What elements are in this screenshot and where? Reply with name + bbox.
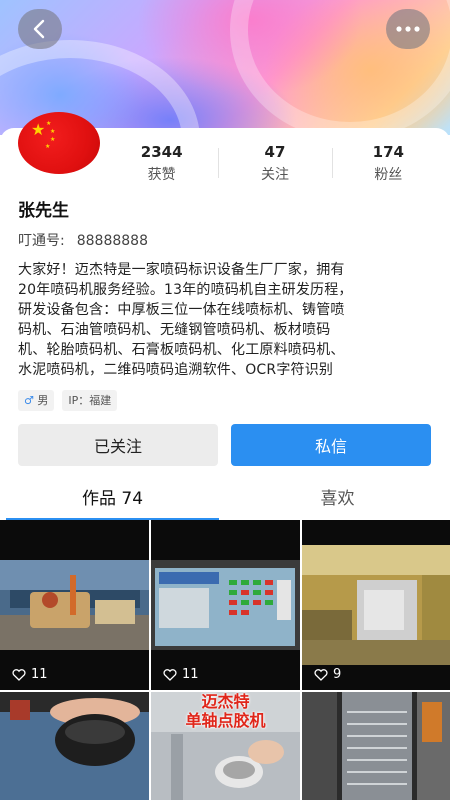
back-button[interactable] xyxy=(18,9,62,49)
bio-line: 码机、石油管喷码机、无缝钢管喷码机、板材喷码 xyxy=(18,322,331,338)
bio-line: 20年喷码机服务经验。13年的喷码机自主研发历程， xyxy=(18,282,353,298)
heart-outline-icon xyxy=(314,668,328,681)
video-overlay-title: 迈杰特 xyxy=(201,692,250,711)
stat-following[interactable]: 47 关注 xyxy=(218,142,331,186)
video-thumbnail-image xyxy=(151,520,300,690)
bio-line: 机、轮胎喷码机、石膏板喷码机、化工原料喷码机、 xyxy=(18,342,345,358)
stat-value: 47 xyxy=(264,143,286,161)
video-thumbnail-image xyxy=(302,692,450,800)
ip-tag: IP：福建 xyxy=(62,390,118,411)
gender-tag: ♂ 男 xyxy=(18,390,55,411)
video-thumbnail-image xyxy=(0,692,149,800)
bio-line: 大家好！迈杰特是一家喷码标识设备生厂厂家，拥有 xyxy=(18,262,345,278)
stat-label: 粉丝 xyxy=(374,167,403,183)
like-count-value: 11 xyxy=(31,667,48,682)
profile-bio: 大家好！迈杰特是一家喷码标识设备生厂厂家，拥有 20年喷码机服务经验。13年的喷… xyxy=(18,260,436,380)
bio-line: 水泥喷码机，二维码喷码追溯软件、OCR字符识别 xyxy=(18,362,334,378)
stat-likes[interactable]: 2344 获赞 xyxy=(105,142,218,186)
stats-row: 2344 获赞 47 关注 174 粉丝 xyxy=(105,142,445,186)
video-thumbnail-image xyxy=(0,520,149,690)
video-thumbnail[interactable]: 11 xyxy=(0,520,149,690)
video-thumbnail[interactable] xyxy=(302,692,450,800)
like-count: 9 xyxy=(314,667,341,682)
gender-tag-label: 男 xyxy=(37,394,49,407)
like-count: 11 xyxy=(12,667,48,682)
chevron-left-icon xyxy=(33,19,45,39)
content-tabs: 作品 74 喜欢 xyxy=(0,480,450,520)
like-count-value: 9 xyxy=(333,667,342,682)
video-thumbnail-image xyxy=(302,520,450,690)
account-id-value: 88888888 xyxy=(76,233,148,249)
profile-tags: ♂ 男 IP：福建 xyxy=(18,390,118,411)
video-thumbnail[interactable]: 11 xyxy=(151,520,300,690)
stat-label: 获赞 xyxy=(147,167,176,183)
stat-followers[interactable]: 174 粉丝 xyxy=(331,142,445,186)
flag-star-icon: ★ xyxy=(45,143,51,150)
like-count-value: 11 xyxy=(182,667,199,682)
like-count: 11 xyxy=(163,667,199,682)
video-thumbnail[interactable] xyxy=(0,692,149,800)
male-icon: ♂ xyxy=(24,394,34,407)
more-button[interactable] xyxy=(386,9,430,49)
video-thumbnail[interactable]: 9 xyxy=(302,520,450,690)
video-grid: 11 11 9 迈杰特 单轴点胶机 xyxy=(0,520,450,800)
tab-works[interactable]: 作品 74 xyxy=(0,480,225,520)
avatar[interactable]: ★ ★ ★ ★ ★ xyxy=(18,112,100,174)
tab-likes[interactable]: 喜欢 xyxy=(225,480,450,520)
stat-value: 2344 xyxy=(140,143,183,161)
video-overlay-subtitle: 单轴点胶机 xyxy=(185,711,266,730)
message-button[interactable]: 私信 xyxy=(231,424,431,466)
heart-outline-icon xyxy=(163,668,177,681)
more-dots-icon xyxy=(396,26,420,32)
bio-line: 研发设备包含：中厚板三位一体在线喷标机、铸管喷 xyxy=(18,302,345,318)
following-button[interactable]: 已关注 xyxy=(18,424,218,466)
flag-star-icon: ★ xyxy=(50,136,56,143)
flag-star-icon: ★ xyxy=(31,120,46,139)
stat-value: 174 xyxy=(372,143,404,161)
heart-outline-icon xyxy=(12,668,26,681)
account-id-label: 叮通号: xyxy=(18,233,65,249)
stat-label: 关注 xyxy=(260,167,289,183)
account-id: 叮通号: 88888888 xyxy=(18,230,148,250)
video-thumbnail[interactable]: 迈杰特 单轴点胶机 xyxy=(151,692,300,800)
profile-name: 张先生 xyxy=(18,201,69,221)
